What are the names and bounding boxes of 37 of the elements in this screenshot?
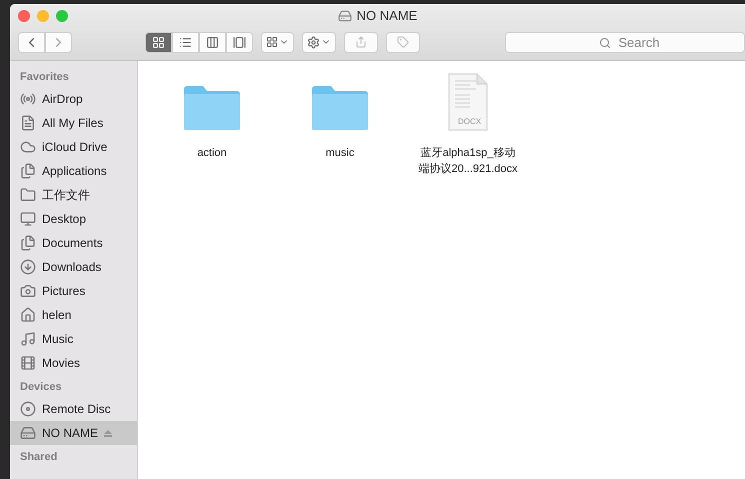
sidebar-heading: Shared: [19, 451, 58, 465]
sidebar-item[interactable]: NO NAME: [10, 421, 137, 445]
sidebar-item[interactable]: 工作文件: [10, 183, 137, 207]
sidebar-item[interactable]: Documents: [10, 231, 137, 255]
file-type-label: DOCX: [458, 117, 482, 126]
sidebar-label: Documents: [42, 236, 103, 250]
sidebar-label: Desktop: [42, 212, 86, 226]
sidebar-item[interactable]: Desktop: [10, 207, 137, 231]
sidebar-item[interactable]: iCloud Drive: [10, 135, 137, 159]
sidebar-label: Applications: [42, 164, 107, 178]
sidebar-item[interactable]: AirDrop: [10, 87, 137, 111]
sidebar-item[interactable]: Movies: [10, 351, 137, 375]
sidebar-label: helen: [42, 308, 72, 322]
sidebar-label: AirDrop: [42, 92, 83, 106]
sidebar-label: Movies: [42, 356, 80, 370]
sidebar-heading: Favorites: [19, 71, 70, 85]
sidebar-heading: Devices: [19, 381, 63, 395]
sidebar-label: Downloads: [42, 260, 102, 274]
sidebar-item[interactable]: Remote Disc: [10, 397, 137, 421]
sidebar-label: NO NAME: [42, 426, 98, 440]
sidebar-item[interactable]: helen: [10, 303, 137, 327]
sidebar-item[interactable]: Music: [10, 327, 137, 351]
file-name: action: [196, 146, 228, 161]
search-field[interactable]: Search: [505, 32, 745, 52]
sidebar-label: Pictures: [42, 284, 86, 298]
sidebar-label: All My Files: [42, 116, 104, 130]
sidebar-item[interactable]: Applications: [10, 159, 137, 183]
sidebar-item[interactable]: All My Files: [10, 111, 137, 135]
sidebar-label: iCloud Drive: [42, 140, 108, 154]
sidebar-item[interactable]: Pictures: [10, 279, 137, 303]
sidebar-label: 工作文件: [42, 186, 90, 204]
sidebar-label: Remote Disc: [42, 402, 111, 416]
file-name: 蓝牙alpha1sp_移动端协议20...921.docx: [418, 146, 518, 177]
sidebar-label: Music: [42, 332, 74, 346]
sidebar-item[interactable]: Downloads: [10, 255, 137, 279]
file-name: music: [324, 146, 356, 161]
window-title: NO NAME: [356, 8, 418, 23]
